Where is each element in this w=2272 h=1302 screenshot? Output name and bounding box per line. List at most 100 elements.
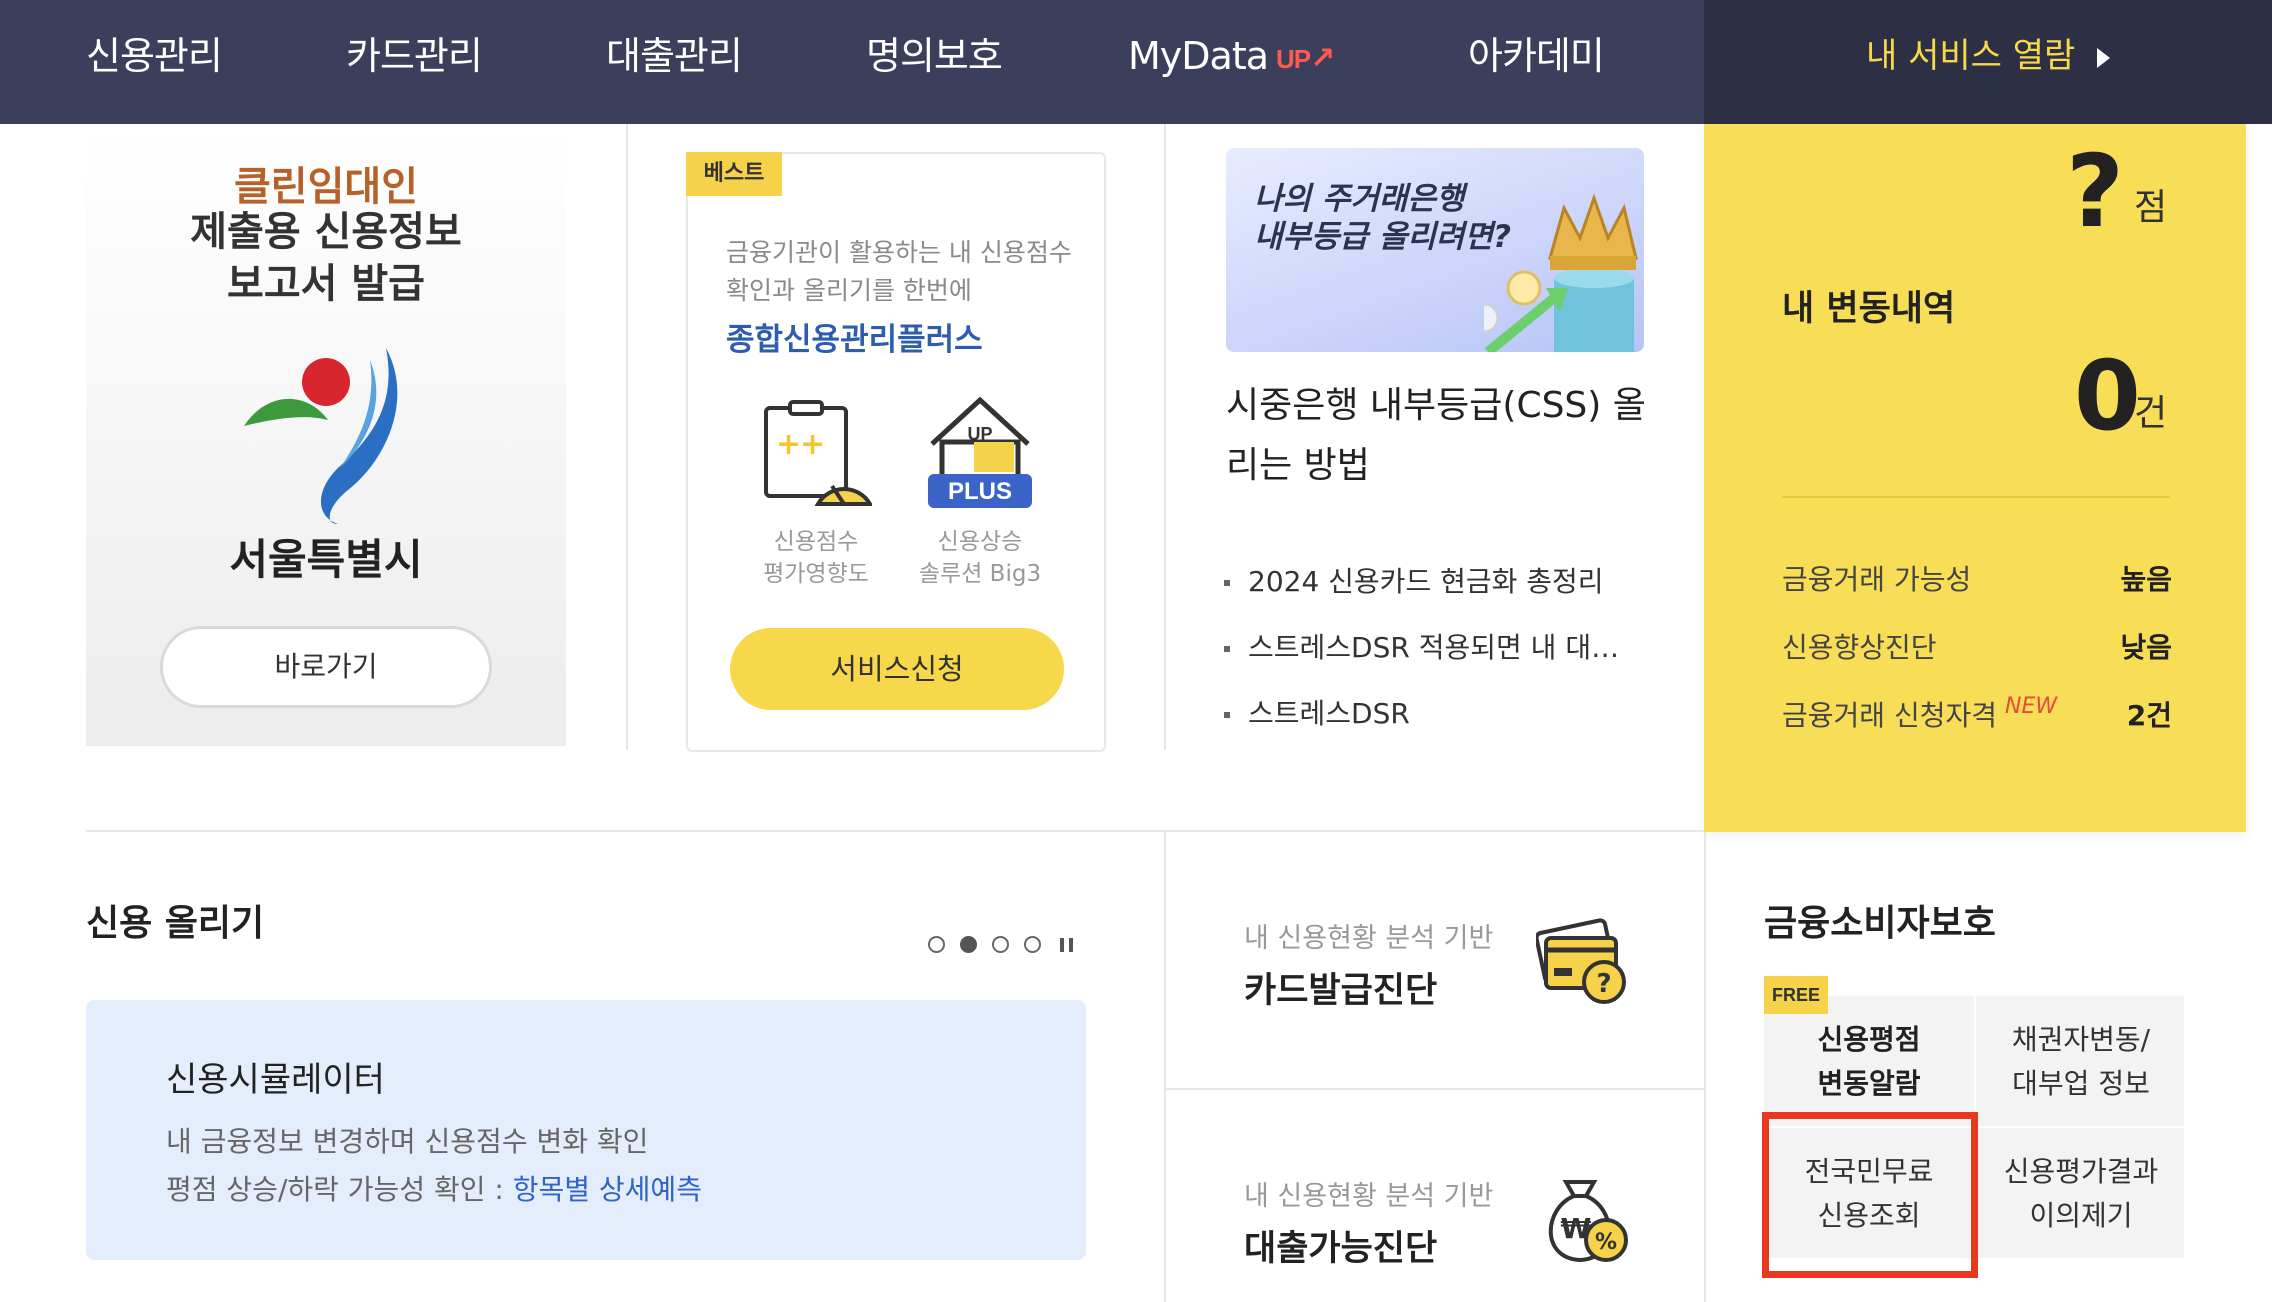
- nav-item-card[interactable]: 카드관리: [346, 0, 483, 112]
- row-label: 금융거래 신청자격: [1782, 699, 1997, 732]
- score-change-alarm[interactable]: 신용평점 변동알람: [1764, 996, 1974, 1127]
- svg-text:%: %: [1595, 1230, 1617, 1255]
- row-label: 신용향상진단: [1782, 631, 1937, 664]
- clean-rental-title: 클린임대인: [234, 164, 418, 210]
- panel-row[interactable]: 금융거래 가능성 높음: [1782, 558, 2172, 598]
- article-title[interactable]: 시중은행 내부등급(CSS) 올리는 방법: [1226, 376, 1646, 496]
- icon1-caption-line1: 신용점수: [773, 529, 859, 555]
- service-apply-button[interactable]: 서비스신청: [730, 628, 1064, 710]
- news-item[interactable]: 스트레스DSR 적용되면 내 대출한도는?: [1224, 626, 1644, 666]
- simulator-desc2-text: 평점 상승/하락 가능성 확인 :: [166, 1173, 513, 1206]
- pause-icon[interactable]: [1060, 938, 1074, 952]
- up-arrow-icon: ↗: [1310, 40, 1335, 76]
- news-item-text: 스트레스DSR: [1248, 697, 1410, 730]
- divider: [1704, 832, 1706, 1302]
- banner-text: 나의 주거래은행 내부등급 올리려면?: [1254, 180, 1511, 256]
- card-question-icon: ?: [1536, 918, 1626, 1004]
- row-value: 높음: [2120, 563, 2172, 596]
- simulator-desc2: 평점 상승/하락 가능성 확인 : 항목별 상세예측: [166, 1168, 702, 1208]
- nav-item-academy[interactable]: 아카데미: [1468, 0, 1605, 112]
- credit-up-title: 신용 올리기: [86, 903, 265, 944]
- cell-line1: 채권자변동/: [2011, 1023, 2151, 1056]
- product-name[interactable]: 종합신용관리플러스: [726, 314, 983, 359]
- cell-line1: 신용평가결과: [2003, 1155, 2159, 1188]
- diag-title: 대출가능진단: [1244, 1229, 1438, 1269]
- best-desc-line1: 금융기관이 활용하는 내 신용점수: [726, 238, 1072, 267]
- bullet: [1224, 712, 1230, 718]
- icon1-caption-line2: 평가영향도: [763, 561, 869, 587]
- score-unit: 점: [2134, 187, 2168, 228]
- diag-subtitle: 내 신용현황 분석 기반: [1244, 1181, 1494, 1212]
- panel-row[interactable]: 신용향상진단 낮음: [1782, 626, 2172, 666]
- news-item[interactable]: 스트레스DSR: [1224, 692, 1644, 732]
- consumer-protection-title: 금융소비자보호: [1764, 903, 1996, 944]
- nav-mydata-label: MyData: [1128, 34, 1269, 78]
- cell-line2: 이의제기: [2029, 1199, 2133, 1232]
- creditor-change-info[interactable]: 채권자변동/ 대부업 정보: [1976, 996, 2186, 1127]
- new-badge: NEW: [2004, 694, 2058, 719]
- carousel-dot[interactable]: [1024, 936, 1041, 953]
- best-description: 금융기관이 활용하는 내 신용점수 확인과 올리기를 한번에: [726, 234, 1096, 310]
- detail-prediction-link[interactable]: 항목별 상세예측: [513, 1173, 702, 1206]
- credit-score-value[interactable]: ?: [2066, 132, 2124, 252]
- my-services-label: 내 서비스 열람: [1866, 36, 2076, 76]
- changes-title: 내 변동내역: [1782, 289, 1956, 329]
- card-issue-diagnosis[interactable]: 내 신용현황 분석 기반 카드발급진단 ?: [1166, 832, 1704, 1088]
- diag-subtitle: 내 신용현황 분석 기반: [1244, 923, 1494, 954]
- play-arrow-icon: [2097, 47, 2111, 68]
- nav-item-mydata[interactable]: MyData UP↗: [1128, 0, 1335, 112]
- seoul-logo-icon: [244, 348, 398, 524]
- changes-count[interactable]: 0: [2074, 336, 2141, 456]
- best-product-card[interactable]: 베스트 금융기관이 활용하는 내 신용점수 확인과 올리기를 한번에 종합신용관…: [686, 152, 1106, 752]
- article-banner[interactable]: 나의 주거래은행 내부등급 올리려면?: [1226, 148, 1644, 352]
- highlight-box: [1762, 1112, 1978, 1278]
- clean-rental-card: 클린임대인 제출용 신용정보 보고서 발급 서울특별시 바로가기: [86, 124, 566, 746]
- row-value: 2건: [2126, 699, 2172, 732]
- row-label: 금융거래 가능성: [1782, 563, 1972, 596]
- news-item-text: 2024 신용카드 현금화 총정리: [1248, 565, 1604, 598]
- house-up-text: UP: [967, 424, 992, 444]
- clean-rental-subtitle-line1: 제출용 신용정보: [190, 209, 462, 255]
- panel-divider: [1782, 496, 2170, 498]
- svg-text:+: +: [800, 427, 825, 462]
- house-up-plus-icon: UP PLUS: [928, 396, 1032, 508]
- nav-item-credit[interactable]: 신용관리: [86, 0, 223, 112]
- money-bag-percent-icon: ₩ %: [1548, 1180, 1628, 1263]
- nav-item-identity[interactable]: 명의보호: [866, 0, 1003, 112]
- clean-rental-subtitle-line2: 보고서 발급: [227, 261, 425, 307]
- org-name: 서울특별시: [229, 535, 423, 584]
- carousel-dot[interactable]: [928, 936, 945, 953]
- my-services-bar: 내 서비스 열람: [1704, 0, 2272, 124]
- bullet: [1224, 580, 1230, 586]
- score-panel: ? 점 내 변동내역 0 건 금융거래 가능성 높음 신용향상진단 낮음 금융거…: [1704, 124, 2246, 832]
- carousel-dot[interactable]: [992, 936, 1009, 953]
- banner-line1: 나의 주거래은행: [1254, 181, 1465, 217]
- best-badge: 베스트: [686, 152, 782, 196]
- free-badge: FREE: [1764, 976, 1828, 1014]
- cell-line2: 변동알람: [1817, 1067, 1921, 1100]
- cell-line1: 신용평점: [1817, 1023, 1921, 1056]
- bullet: [1224, 646, 1230, 652]
- row-label-wrap: 금융거래 신청자격 NEW: [1782, 694, 2057, 734]
- cell-line2: 대부업 정보: [2012, 1067, 2150, 1100]
- my-services-button[interactable]: 내 서비스 열람: [1866, 0, 2111, 112]
- news-item[interactable]: 2024 신용카드 현금화 총정리: [1224, 560, 1644, 600]
- loan-possibility-diagnosis[interactable]: 내 신용현황 분석 기반 대출가능진단 ₩ %: [1166, 1090, 1704, 1302]
- nav-item-loan[interactable]: 대출관리: [606, 0, 743, 112]
- crown-chart-icon: [1484, 193, 1638, 352]
- panel-row[interactable]: 금융거래 신청자격 NEW 2건: [1782, 694, 2172, 734]
- row-value: 낮음: [2120, 631, 2172, 664]
- icon1-caption: 신용점수 평가영향도: [746, 526, 886, 590]
- rating-objection[interactable]: 신용평가결과 이의제기: [1976, 1128, 2186, 1259]
- changes-unit: 건: [2134, 393, 2168, 434]
- svg-text:?: ?: [1596, 969, 1611, 999]
- icon2-caption-line2: 솔루션 Big3: [918, 561, 1042, 587]
- clipboard-gauge-icon: + +: [764, 400, 872, 506]
- simulator-card[interactable]: 신용시뮬레이터 내 금융정보 변경하며 신용점수 변화 확인 평점 상승/하락 …: [86, 1000, 1086, 1260]
- carousel-dot-active[interactable]: [960, 936, 977, 953]
- divider: [1164, 124, 1166, 750]
- best-desc-line2: 확인과 올리기를 한번에: [726, 276, 972, 305]
- divider: [626, 124, 628, 750]
- up-badge: UP: [1276, 43, 1311, 74]
- go-button[interactable]: 바로가기: [160, 626, 492, 708]
